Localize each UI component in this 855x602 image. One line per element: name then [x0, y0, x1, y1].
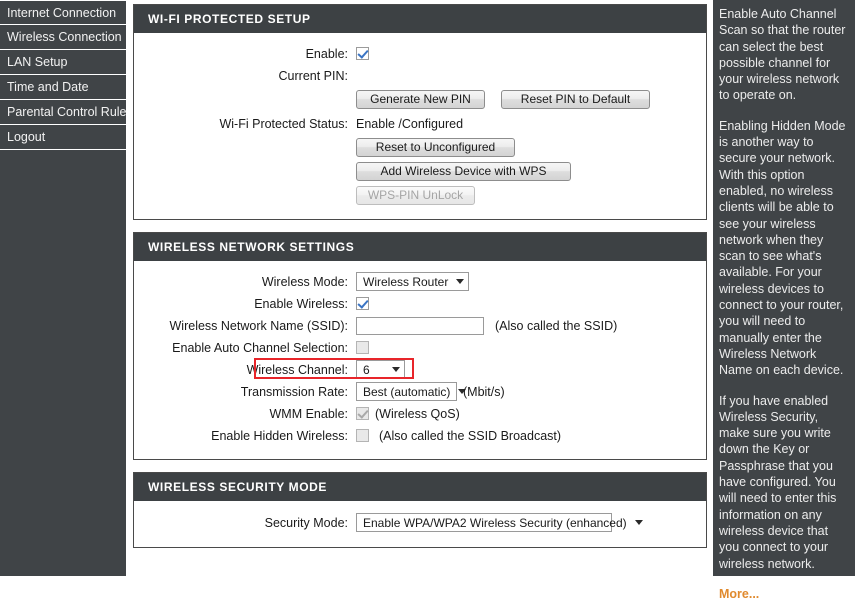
wireless-network-settings-body: Wireless Mode: Wireless Router Enable Wi…	[134, 261, 706, 459]
wmm-enable-row: WMM Enable: (Wireless QoS)	[134, 403, 706, 424]
transmission-rate-note: (Mbit/s)	[463, 384, 505, 399]
sidebar-item-wireless-connection[interactable]: Wireless Connection	[0, 25, 126, 50]
ssid-note: (Also called the SSID)	[495, 318, 618, 333]
wps-panel-body: Enable: Current PIN: Generate New PIN Re…	[134, 33, 706, 219]
hidden-wireless-row: Enable Hidden Wireless: (Also called the…	[134, 425, 706, 446]
chevron-down-icon	[456, 279, 465, 284]
wps-status-label: Wi-Fi Protected Status:	[219, 116, 348, 131]
wireless-channel-label: Wireless Channel:	[246, 362, 348, 377]
security-mode-row: Security Mode: Enable WPA/WPA2 Wireless …	[134, 512, 706, 533]
sidebar-item-logout[interactable]: Logout	[0, 125, 126, 150]
wireless-channel-select[interactable]: 6	[356, 360, 405, 379]
wireless-mode-select[interactable]: Wireless Router	[356, 272, 469, 291]
wmm-enable-checkbox[interactable]	[356, 407, 369, 420]
router-admin-page: Internet Connection Wireless Connection …	[0, 0, 855, 601]
sidebar-item-internet-connection[interactable]: Internet Connection	[0, 0, 126, 25]
wireless-security-mode-title: WIRELESS SECURITY MODE	[134, 473, 706, 501]
wps-enable-label: Enable:	[305, 46, 348, 61]
auto-channel-checkbox[interactable]	[356, 341, 369, 354]
auto-channel-row: Enable Auto Channel Selection:	[134, 337, 706, 358]
wireless-channel-row: Wireless Channel: 6	[134, 358, 706, 380]
sidebar-item-lan-setup[interactable]: LAN Setup	[0, 50, 126, 75]
hidden-wireless-note: (Also called the SSID Broadcast)	[379, 428, 562, 443]
wireless-network-settings-title: WIRELESS NETWORK SETTINGS	[134, 233, 706, 261]
wireless-channel-value: 6	[363, 362, 370, 377]
ssid-input[interactable]	[356, 316, 484, 335]
hidden-wireless-checkbox[interactable]	[356, 429, 369, 442]
wmm-enable-label: WMM Enable:	[269, 406, 349, 421]
wps-enable-checkbox[interactable]	[356, 47, 369, 60]
wps-status-value: Enable /Configured	[356, 116, 464, 131]
generate-new-pin-button[interactable]: Generate New PIN	[356, 90, 485, 109]
sidebar-item-parental-control-rules[interactable]: Parental Control Rules	[0, 100, 126, 125]
add-wireless-device-with-wps-button[interactable]: Add Wireless Device with WPS	[356, 162, 571, 181]
hidden-wireless-label: Enable Hidden Wireless:	[211, 428, 348, 443]
wps-reset-unconfigured-row: Reset to Unconfigured	[134, 137, 706, 158]
wps-status-row: Wi-Fi Protected Status: Enable /Configur…	[134, 113, 706, 134]
wifi-protected-setup-panel: WI-FI PROTECTED SETUP Enable: Current PI…	[133, 4, 707, 220]
security-mode-value: Enable WPA/WPA2 Wireless Security (enhan…	[363, 515, 627, 530]
help-paragraph-1: Enable Auto Channel Scan so that the rou…	[719, 7, 846, 103]
enable-wireless-label: Enable Wireless:	[254, 296, 348, 311]
wireless-security-mode-panel: WIRELESS SECURITY MODE Security Mode: En…	[133, 472, 707, 548]
wmm-enable-note: (Wireless QoS)	[375, 406, 460, 421]
help-paragraph-2: Enabling Hidden Mode is another way to s…	[719, 118, 846, 378]
transmission-rate-label: Transmission Rate:	[240, 384, 348, 399]
wps-enable-row: Enable:	[134, 43, 706, 64]
transmission-rate-row: Transmission Rate: Best (automatic) (Mbi…	[134, 381, 706, 402]
enable-wireless-row: Enable Wireless:	[134, 293, 706, 314]
wps-current-pin-row: Current PIN:	[134, 65, 706, 86]
security-mode-select[interactable]: Enable WPA/WPA2 Wireless Security (enhan…	[356, 513, 643, 532]
help-paragraph-3: If you have enabled Wireless Security, m…	[719, 393, 837, 571]
left-navigation-sidebar: Internet Connection Wireless Connection …	[0, 0, 127, 576]
chevron-down-icon	[634, 520, 643, 525]
chevron-down-icon	[392, 367, 400, 372]
security-mode-label: Security Mode:	[264, 515, 348, 530]
ssid-label: Wireless Network Name (SSID):	[169, 318, 349, 333]
auto-channel-label: Enable Auto Channel Selection:	[172, 340, 348, 355]
wireless-network-settings-panel: WIRELESS NETWORK SETTINGS Wireless Mode:…	[133, 232, 707, 460]
wireless-mode-row: Wireless Mode: Wireless Router	[134, 271, 706, 292]
enable-wireless-checkbox[interactable]	[356, 297, 369, 310]
sidebar-item-time-and-date[interactable]: Time and Date	[0, 75, 126, 100]
wps-pin-buttons-row: Generate New PIN Reset PIN to Default	[134, 89, 706, 110]
main-content-area: WI-FI PROTECTED SETUP Enable: Current PI…	[127, 0, 713, 576]
reset-to-unconfigured-button[interactable]: Reset to Unconfigured	[356, 138, 515, 157]
ssid-row: Wireless Network Name (SSID): (Also call…	[134, 315, 706, 336]
wps-add-device-row: Add Wireless Device with WPS	[134, 161, 706, 182]
wps-current-pin-label: Current PIN:	[278, 68, 348, 83]
wps-pin-unlock-row: WPS-PIN UnLock	[134, 185, 706, 206]
transmission-rate-value: Best (automatic)	[363, 384, 451, 399]
help-sidebar: Enable Auto Channel Scan so that the rou…	[713, 0, 855, 601]
wps-pin-unlock-button: WPS-PIN UnLock	[356, 186, 475, 205]
help-more-link[interactable]: More...	[719, 587, 759, 601]
reset-pin-to-default-button[interactable]: Reset PIN to Default	[501, 90, 650, 109]
wireless-mode-value: Wireless Router	[363, 274, 449, 289]
wps-panel-title: WI-FI PROTECTED SETUP	[134, 5, 706, 33]
transmission-rate-select[interactable]: Best (automatic)	[356, 382, 467, 401]
wireless-mode-label: Wireless Mode:	[261, 274, 348, 289]
wireless-security-mode-body: Security Mode: Enable WPA/WPA2 Wireless …	[134, 501, 706, 547]
